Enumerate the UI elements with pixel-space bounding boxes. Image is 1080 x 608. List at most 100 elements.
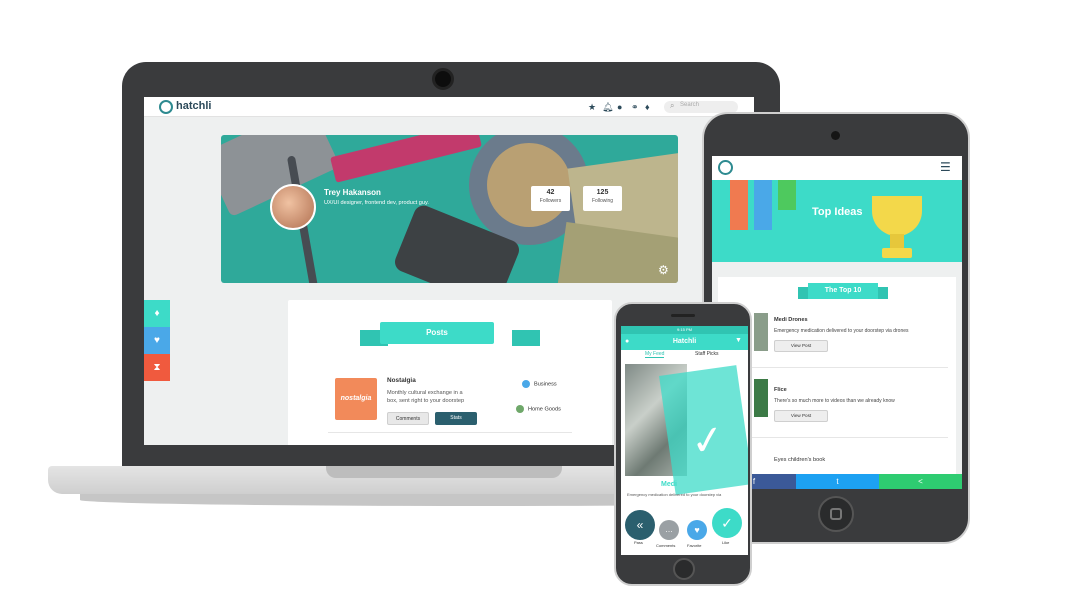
filter-icon[interactable]: ▼ (735, 337, 742, 344)
banner-flag (754, 180, 772, 230)
bell-icon[interactable]: 🔔︎ (602, 101, 613, 113)
following-label: Following (591, 198, 614, 204)
trophy-icon (872, 196, 922, 236)
share-icon: < (918, 477, 923, 486)
like-label: Like (722, 540, 730, 545)
top-ideas-banner: Top Ideas (712, 180, 962, 262)
home-goods-icon (516, 405, 524, 413)
laptop-notch (326, 466, 562, 478)
side-tab-favorites[interactable]: ♥ (144, 327, 170, 354)
pass-label: Pass (634, 540, 643, 545)
user-icon[interactable]: ● (617, 101, 622, 113)
check-icon: ✓ (721, 515, 733, 531)
category-label: Business (534, 381, 557, 388)
phone-speaker (671, 314, 695, 317)
post-title[interactable]: Nostalgia (387, 377, 416, 384)
item-title[interactable]: Flice (774, 387, 787, 393)
category-label: Home Goods (528, 406, 561, 413)
avatar[interactable] (270, 184, 316, 230)
side-tab-ideas[interactable]: ♦ (144, 300, 170, 327)
tablet-topbar: ☰ (712, 156, 962, 180)
view-post-button[interactable]: View Post (774, 410, 828, 422)
followers-count: 42 (546, 189, 555, 196)
people-icon[interactable]: ⚭ (631, 101, 639, 113)
stats-button[interactable]: Stats (435, 412, 477, 425)
ribbon-tail-right (512, 330, 540, 346)
comments-action-button[interactable]: … (659, 520, 679, 540)
item-thumbnail[interactable] (754, 313, 768, 351)
app-brand[interactable]: hatchli (176, 100, 211, 112)
search-icon: ⌕ (670, 101, 675, 110)
post-description: Monthly cultural exchange in a box, sent… (387, 390, 465, 404)
laptop-camera (432, 68, 454, 90)
twitter-icon: t (836, 477, 839, 486)
heart-icon: ♥ (694, 525, 700, 535)
facebook-icon: f (752, 477, 756, 486)
idea-card-title[interactable]: Medi (661, 481, 677, 488)
favorite-label: Favorite (687, 543, 702, 548)
phone-screen: 9:15 PM Hatchli ● ▼ My Feed Staff Picks … (621, 326, 748, 555)
heart-icon: ♥ (154, 335, 160, 346)
followers-label: Followers (539, 198, 562, 204)
following-count: 125 (596, 189, 609, 196)
top-ten-heading: The Top 10 (808, 283, 878, 299)
view-post-button[interactable]: View Post (774, 340, 828, 352)
banner-coffee-inner (487, 143, 571, 227)
like-button[interactable]: ✓ (712, 508, 742, 538)
divider (748, 437, 948, 438)
item-description: There's so much more to videos than we a… (774, 398, 895, 404)
hourglass-icon: ⧗ (153, 362, 161, 373)
category-home-goods[interactable]: Home Goods (516, 405, 561, 413)
item-description: Emergency medication delivered to your d… (774, 328, 909, 334)
favorite-button[interactable]: ♥ (687, 520, 707, 540)
followers-stat[interactable]: 42 Followers (531, 186, 570, 211)
share-button[interactable]: < (879, 474, 962, 489)
business-icon (522, 380, 530, 388)
post-thumbnail[interactable]: nostalgia (335, 378, 377, 420)
comment-icon: … (665, 525, 673, 534)
twitter-share-button[interactable]: t (796, 474, 879, 489)
category-business[interactable]: Business (522, 380, 557, 388)
idea-card-description: Emergency medication delivered to your d… (627, 492, 722, 497)
item-title[interactable]: Eyes children's book (774, 457, 825, 463)
app-title: Hatchli (672, 338, 697, 345)
post-thumbnail-text: nostalgia (340, 395, 372, 402)
check-icon: ✓ (688, 416, 728, 466)
phone-header: Hatchli (621, 334, 748, 350)
banner-flag (778, 180, 796, 210)
item-title[interactable]: Medi Drones (774, 317, 808, 323)
profile-icon[interactable]: ● (625, 338, 629, 345)
hatchli-logo-icon[interactable] (718, 160, 733, 175)
tab-staff-picks[interactable]: Staff Picks (695, 351, 719, 357)
profile-bio: UX/UI designer, frontend dev, product gu… (324, 200, 429, 206)
tablet-home-icon (830, 508, 842, 520)
feed-tabs: My Feed Staff Picks (621, 350, 748, 360)
comments-label: Comments (656, 543, 676, 548)
tab-my-feed[interactable]: My Feed (645, 351, 665, 358)
star-icon[interactable]: ★ (588, 101, 596, 113)
app-topbar: hatchli ★ 🔔︎ ● ⚭ ♦ ⌕ Search (144, 97, 754, 117)
tablet-camera (831, 131, 840, 140)
pass-button[interactable]: « (625, 510, 655, 540)
trophy-base (882, 248, 912, 258)
status-bar: 9:15 PM (621, 326, 748, 334)
search-placeholder: Search (680, 102, 700, 108)
top-ideas-title: Top Ideas (812, 206, 863, 218)
divider (328, 432, 572, 433)
following-stat[interactable]: 125 Following (583, 186, 622, 211)
side-tab-history[interactable]: ⧗ (144, 354, 170, 381)
hatchli-logo-icon[interactable] (159, 100, 173, 114)
gear-icon[interactable]: ⚙ (658, 263, 669, 277)
phone-home-button[interactable] (673, 558, 695, 580)
menu-icon[interactable]: ☰ (940, 160, 951, 174)
item-thumbnail[interactable] (754, 379, 768, 417)
profile-banner: Trey Hakanson UX/UI designer, frontend d… (221, 135, 678, 283)
banner-ruler-illustration (330, 135, 482, 183)
profile-name: Trey Hakanson (324, 188, 381, 197)
lightbulb-icon: ♦ (154, 308, 160, 319)
lightbulb-icon[interactable]: ♦ (645, 101, 650, 113)
comments-button[interactable]: Comments (387, 412, 429, 425)
posts-card: Posts nostalgia Nostalgia Monthly cultur… (288, 300, 612, 445)
divider (748, 367, 948, 368)
rewind-icon: « (636, 518, 644, 532)
